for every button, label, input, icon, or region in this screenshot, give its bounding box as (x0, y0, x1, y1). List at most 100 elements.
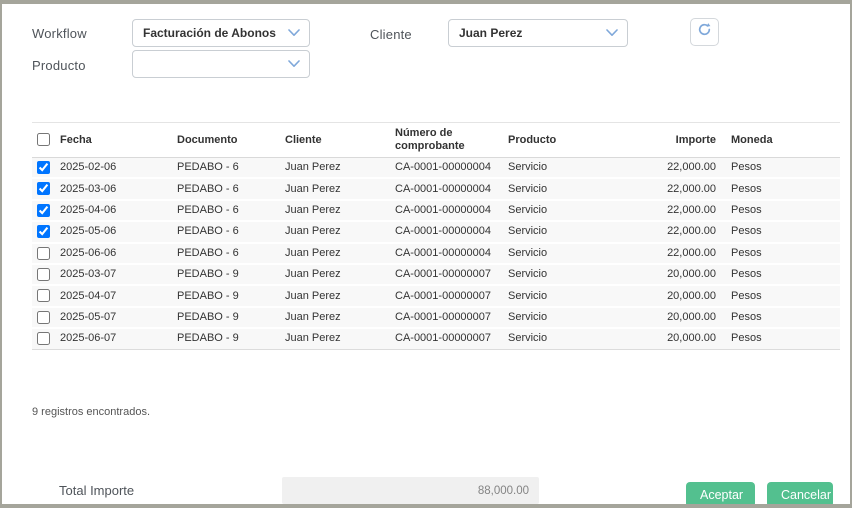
total-importe-label: Total Importe (59, 483, 135, 498)
column-header-producto: Producto (508, 122, 622, 158)
cell-documento: PEDABO - 9 (177, 289, 239, 302)
cell-importe: 22,000.00 (667, 161, 716, 174)
cell-producto: Servicio (508, 225, 548, 238)
column-header-importe: Importe (622, 122, 719, 158)
workflow-label: Workflow (32, 26, 87, 41)
cell-cliente: Juan Perez (285, 311, 341, 324)
table-row: 2025-06-07 PEDABO - 9 Juan Perez CA-0001-00… (32, 328, 840, 350)
cell-cliente: Juan Perez (285, 289, 341, 302)
cliente-select-value: Juan Perez (459, 26, 523, 40)
row-checkbox[interactable] (37, 203, 50, 217)
cell-documento: PEDABO - 9 (177, 311, 239, 324)
cell-producto: Servicio (508, 289, 548, 302)
workflow-select-value: Facturación de Abonos (143, 26, 276, 40)
cell-moneda: Pesos (731, 268, 762, 281)
dialog-window: Workflow Facturación de Abonos Cliente J… (0, 0, 852, 508)
table-row: 2025-05-07 PEDABO - 9 Juan Perez CA-0001-00… (32, 306, 840, 329)
cell-comprobante: CA-0001-00000004 (395, 182, 492, 195)
cell-importe: 22,000.00 (667, 204, 716, 217)
cell-moneda: Pesos (731, 161, 762, 174)
cell-comprobante: CA-0001-00000004 (395, 204, 492, 217)
column-header-fecha: Fecha (60, 122, 177, 158)
chevron-down-icon (606, 29, 618, 37)
row-checkbox[interactable] (37, 161, 50, 174)
cell-moneda: Pesos (731, 311, 762, 324)
cell-producto: Servicio (508, 268, 548, 281)
producto-label: Producto (32, 58, 86, 73)
cell-fecha: 2025-04-06 (60, 204, 117, 217)
cell-fecha: 2025-04-07 (60, 289, 117, 302)
column-header-comprobante: Número de comprobante (395, 122, 508, 158)
workflow-select[interactable]: Facturación de Abonos (132, 19, 310, 47)
cell-moneda: Pesos (731, 332, 762, 345)
row-checkbox[interactable] (37, 289, 50, 303)
cell-moneda: Pesos (731, 225, 762, 238)
cell-documento: PEDABO - 6 (177, 246, 239, 259)
cell-importe: 22,000.00 (667, 182, 716, 195)
refresh-icon (697, 22, 712, 42)
cell-fecha: 2025-06-07 (60, 332, 117, 345)
cell-fecha: 2025-02-06 (60, 161, 117, 174)
cancel-button[interactable]: Cancelar (767, 482, 833, 504)
cell-cliente: Juan Perez (285, 225, 341, 238)
cliente-label: Cliente (370, 27, 412, 42)
column-header-moneda: Moneda (719, 122, 840, 158)
cell-comprobante: CA-0001-00000007 (395, 289, 492, 302)
row-checkbox[interactable] (37, 182, 50, 196)
cell-comprobante: CA-0001-00000004 (395, 246, 492, 259)
cell-producto: Servicio (508, 246, 548, 259)
table-row: 2025-03-06 PEDABO - 6 Juan Perez CA-0001-00… (32, 178, 840, 200)
cell-importe: 20,000.00 (667, 332, 716, 345)
cell-importe: 20,000.00 (667, 311, 716, 324)
cell-producto: Servicio (508, 182, 548, 195)
cell-moneda: Pesos (731, 182, 762, 195)
cell-moneda: Pesos (731, 289, 762, 302)
cell-fecha: 2025-05-07 (60, 311, 117, 324)
cliente-select[interactable]: Juan Perez (448, 19, 628, 47)
refresh-button[interactable] (690, 18, 719, 46)
column-header-cliente: Cliente (285, 122, 395, 158)
row-checkbox[interactable] (37, 225, 50, 239)
cell-moneda: Pesos (731, 204, 762, 217)
cell-comprobante: CA-0001-00000004 (395, 225, 492, 238)
row-checkbox[interactable] (37, 332, 50, 346)
cell-cliente: Juan Perez (285, 332, 341, 345)
cell-cliente: Juan Perez (285, 268, 341, 281)
records-count-text: 9 registros encontrados. (32, 406, 151, 418)
table-header-row: Fecha Documento Cliente Número de compro… (32, 122, 840, 158)
select-all-checkbox[interactable] (37, 133, 50, 147)
row-checkbox[interactable] (37, 268, 50, 282)
cell-producto: Servicio (508, 311, 548, 324)
column-header-documento: Documento (177, 122, 285, 158)
cell-documento: PEDABO - 6 (177, 161, 239, 174)
row-checkbox[interactable] (37, 246, 50, 260)
cell-documento: PEDABO - 9 (177, 268, 239, 281)
cell-cliente: Juan Perez (285, 204, 341, 217)
cell-importe: 22,000.00 (667, 246, 716, 259)
cell-comprobante: CA-0001-00000007 (395, 268, 492, 281)
cell-documento: PEDABO - 6 (177, 204, 239, 217)
cell-importe: 20,000.00 (667, 289, 716, 302)
table-row: 2025-02-06 PEDABO - 6 Juan Perez CA-0001-00… (32, 157, 840, 179)
accept-button[interactable]: Aceptar (686, 482, 755, 504)
cell-documento: PEDABO - 6 (177, 225, 239, 238)
table-row: 2025-05-06 PEDABO - 6 Juan Perez CA-0001-00… (32, 221, 840, 243)
cell-documento: PEDABO - 9 (177, 332, 239, 345)
cell-documento: PEDABO - 6 (177, 182, 239, 195)
table-row: 2025-04-06 PEDABO - 6 Juan Perez CA-0001-00… (32, 199, 840, 222)
results-table: Fecha Documento Cliente Número de compro… (32, 122, 840, 350)
row-checkbox[interactable] (37, 310, 50, 324)
chevron-down-icon (288, 29, 300, 37)
cell-cliente: Juan Perez (285, 182, 341, 195)
chevron-down-icon (288, 60, 300, 68)
cell-producto: Servicio (508, 204, 548, 217)
cell-fecha: 2025-03-07 (60, 268, 117, 281)
cell-moneda: Pesos (731, 246, 762, 259)
cell-comprobante: CA-0001-00000004 (395, 161, 492, 174)
table-row: 2025-04-07 PEDABO - 9 Juan Perez CA-0001-00… (32, 285, 840, 307)
cell-fecha: 2025-06-06 (60, 246, 117, 259)
cell-producto: Servicio (508, 332, 548, 345)
producto-select[interactable] (132, 50, 310, 78)
cell-comprobante: CA-0001-00000007 (395, 311, 492, 324)
total-importe-field: 88,000.00 (282, 477, 539, 504)
